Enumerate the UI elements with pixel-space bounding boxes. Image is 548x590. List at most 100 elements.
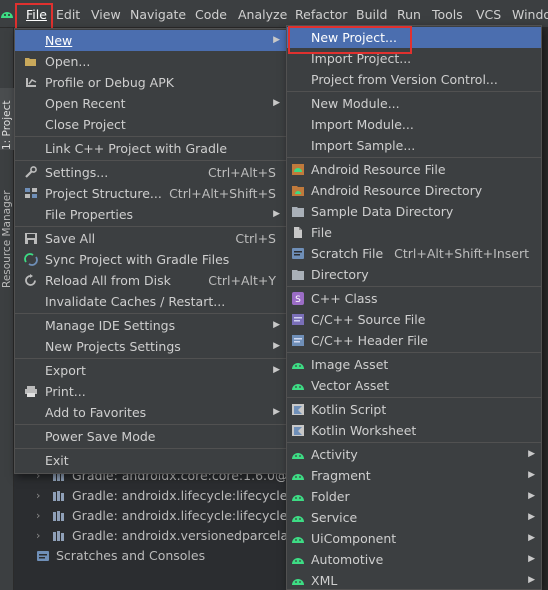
menu-item-file-properties[interactable]: File Properties ▶ (15, 204, 286, 225)
menu-item-cpp-header-file[interactable]: C/C++ Header File (287, 330, 541, 351)
library-icon (53, 511, 64, 521)
resource-manager-tool-tab[interactable]: Resource Manager (0, 178, 14, 288)
menu-item-import-module[interactable]: Import Module... (287, 114, 541, 135)
menu-item-project-from-vcs[interactable]: Project from Version Control... (287, 69, 541, 90)
menu-item-directory[interactable]: Directory (287, 264, 541, 285)
menu-item-cpp-source-file[interactable]: C/C++ Source File (287, 309, 541, 330)
menu-separator (287, 286, 541, 287)
tree-row[interactable]: › Gradle: androidx.lifecycle:lifecycle-c… (14, 486, 286, 506)
menu-item-fragment[interactable]: Fragment ▶ (287, 465, 541, 486)
menu-item-ui-component[interactable]: UiComponent ▶ (287, 528, 541, 549)
menu-item-sample-data-directory[interactable]: Sample Data Directory (287, 201, 541, 222)
menu-item-scratch-file[interactable]: Scratch File Ctrl+Alt+Shift+Insert (287, 243, 541, 264)
menu-run[interactable]: Run (397, 6, 421, 24)
menu-item-service[interactable]: Service ▶ (287, 507, 541, 528)
submenu-arrow-icon: ▶ (528, 554, 535, 564)
menu-item-sync-gradle[interactable]: Sync Project with Gradle Files (15, 249, 286, 270)
menu-item-android-resource-directory[interactable]: Android Resource Directory (287, 180, 541, 201)
android-resource-folder-icon (292, 186, 304, 196)
menu-item-activity[interactable]: Activity ▶ (287, 444, 541, 465)
menu-vcs[interactable]: VCS (476, 6, 501, 24)
android-icon (292, 537, 304, 543)
menu-item-profile-debug-apk[interactable]: Profile or Debug APK (15, 72, 286, 93)
project-tool-tab[interactable]: 1: Project (0, 88, 14, 150)
menu-item-invalidate-caches[interactable]: Invalidate Caches / Restart... (15, 291, 286, 312)
menu-refactor[interactable]: Refactor (295, 6, 347, 24)
menu-item-android-resource-file[interactable]: Android Resource File (287, 159, 541, 180)
menu-item-project-structure[interactable]: Project Structure... Ctrl+Alt+Shift+S (15, 183, 286, 204)
chevron-right-icon[interactable]: › (36, 486, 40, 506)
menu-item-export[interactable]: Export ▶ (15, 360, 286, 381)
menu-separator (287, 157, 541, 158)
tree-row[interactable]: › Gradle: androidx.versionedparcelabl (14, 526, 286, 546)
left-tool-strip: 1: Project Resource Manager (0, 28, 14, 590)
android-icon (292, 384, 304, 390)
file-menu: New ▶ Open... Profile or Debug APK Open … (14, 28, 287, 474)
menu-item-automotive[interactable]: Automotive ▶ (287, 549, 541, 570)
menu-item-new[interactable]: New ▶ (15, 30, 286, 51)
android-icon (292, 579, 304, 585)
menu-item-exit[interactable]: Exit (15, 450, 286, 471)
menu-item-vector-asset[interactable]: Vector Asset (287, 375, 541, 396)
menu-edit[interactable]: Edit (56, 6, 80, 24)
menu-item-kotlin-script[interactable]: Kotlin Script (287, 399, 541, 420)
android-icon (292, 495, 304, 501)
menu-build[interactable]: Build (356, 6, 387, 24)
menu-item-open[interactable]: Open... (15, 51, 286, 72)
menu-item-manage-ide-settings[interactable]: Manage IDE Settings ▶ (15, 315, 286, 336)
menu-item-xml[interactable]: XML ▶ (287, 570, 541, 590)
android-icon (292, 516, 304, 522)
submenu-arrow-icon: ▶ (273, 35, 280, 45)
chevron-right-icon[interactable]: › (36, 526, 40, 546)
menu-item-import-sample[interactable]: Import Sample... (287, 135, 541, 156)
menu-item-reload-disk[interactable]: Reload All from Disk Ctrl+Alt+Y (15, 270, 286, 291)
menu-separator (15, 424, 286, 425)
menu-view[interactable]: View (91, 6, 121, 24)
submenu-arrow-icon: ▶ (273, 320, 280, 330)
menu-item-cpp-class[interactable]: S C++ Class (287, 288, 541, 309)
folder-icon (292, 207, 304, 217)
gradle-sync-icon (24, 253, 38, 266)
menu-separator (15, 160, 286, 161)
menu-item-file[interactable]: File (287, 222, 541, 243)
menu-tools[interactable]: Tools (432, 6, 463, 24)
library-icon (53, 491, 64, 501)
new-submenu: New Project... Import Project... Project… (286, 25, 542, 590)
project-structure-icon (25, 188, 37, 198)
chevron-right-icon[interactable]: › (36, 506, 40, 526)
menu-item-folder[interactable]: Folder ▶ (287, 486, 541, 507)
tree-row[interactable]: Scratches and Consoles (14, 546, 286, 566)
menu-item-close-project[interactable]: Close Project (15, 114, 286, 135)
menu-item-new-module[interactable]: New Module... (287, 93, 541, 114)
submenu-arrow-icon: ▶ (528, 533, 535, 543)
tree-row[interactable]: › Gradle: androidx.lifecycle:lifecycle-r… (14, 506, 286, 526)
folder-open-icon (25, 58, 36, 66)
menu-navigate[interactable]: Navigate (130, 6, 186, 24)
menu-item-new-projects-settings[interactable]: New Projects Settings ▶ (15, 336, 286, 357)
menu-analyze[interactable]: Analyze (238, 6, 287, 24)
menu-item-open-recent[interactable]: Open Recent ▶ (15, 93, 286, 114)
menu-item-power-save-mode[interactable]: Power Save Mode (15, 426, 286, 447)
menu-item-image-asset[interactable]: Image Asset (287, 354, 541, 375)
menu-code[interactable]: Code (195, 6, 227, 24)
editor-area-edge (541, 28, 548, 590)
menu-item-link-cpp[interactable]: Link C++ Project with Gradle (15, 138, 286, 159)
printer-icon (25, 386, 37, 397)
menu-window[interactable]: Windo (512, 6, 548, 24)
svg-text:S: S (295, 295, 301, 305)
menu-item-kotlin-worksheet[interactable]: Kotlin Worksheet (287, 420, 541, 441)
android-icon (292, 453, 304, 459)
menu-item-settings[interactable]: Settings... Ctrl+Alt+S (15, 162, 286, 183)
menu-separator (15, 358, 286, 359)
cpp-class-icon: S (292, 292, 304, 305)
menu-item-add-to-favorites[interactable]: Add to Favorites ▶ (15, 402, 286, 423)
menu-separator (15, 313, 286, 314)
menu-item-save-all[interactable]: Save All Ctrl+S (15, 228, 286, 249)
submenu-arrow-icon: ▶ (273, 98, 280, 108)
cpp-header-icon (292, 335, 304, 346)
android-icon (292, 558, 304, 564)
submenu-arrow-icon: ▶ (273, 407, 280, 417)
menu-item-print[interactable]: Print... (15, 381, 286, 402)
menu-bar: File Edit View Navigate Code Analyze Ref… (0, 0, 548, 28)
android-icon (292, 363, 304, 369)
